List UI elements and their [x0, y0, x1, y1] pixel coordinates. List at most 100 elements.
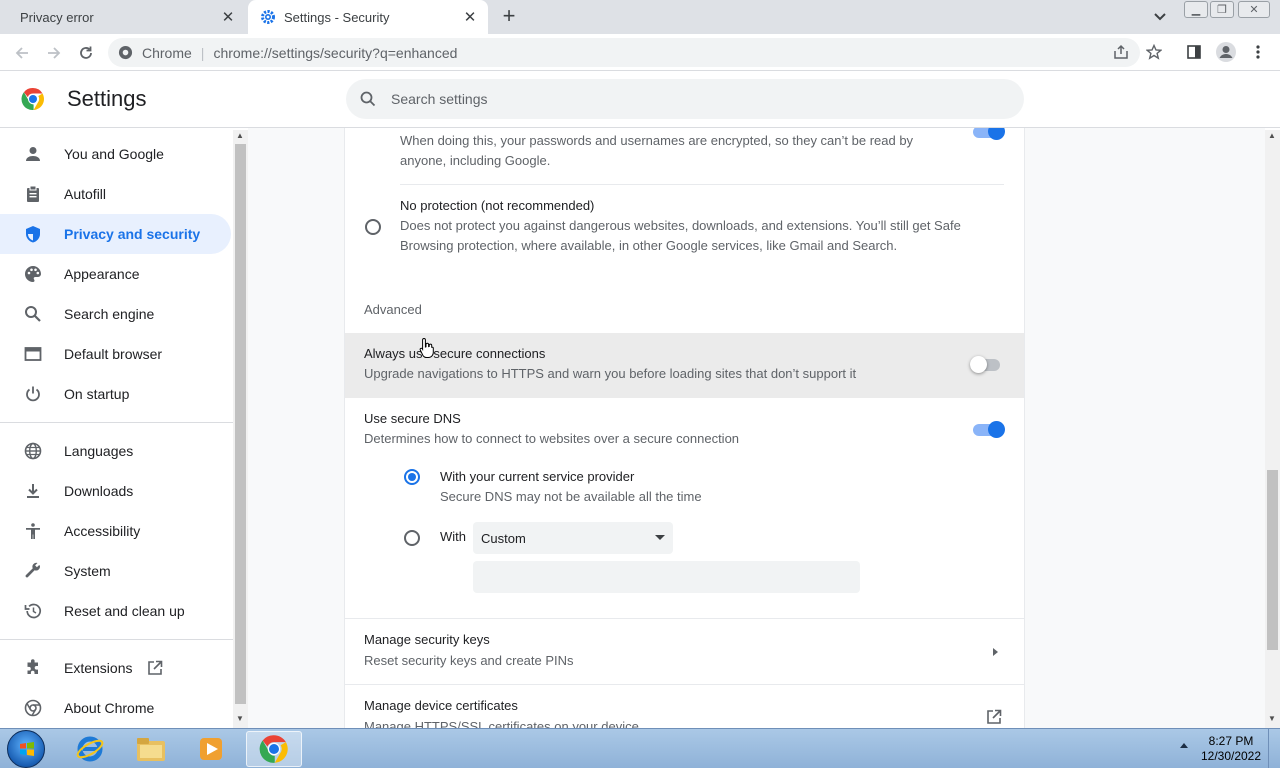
omnibox-url[interactable]: chrome://settings/security?q=enhanced	[213, 45, 457, 61]
current-provider-desc: Secure DNS may not be available all the …	[440, 489, 702, 504]
clock-date: 12/30/2022	[1200, 749, 1262, 763]
side-panel-icon[interactable]	[1184, 42, 1204, 62]
https-only-toggle[interactable]	[970, 356, 1002, 374]
sidebar-item-you-and-google[interactable]: You and Google	[0, 134, 231, 174]
start-button[interactable]	[7, 730, 45, 768]
tab-close-icon[interactable]: ✕	[460, 7, 480, 27]
page-title: Settings	[67, 86, 147, 111]
tab-close-icon[interactable]: ✕	[218, 7, 238, 27]
scroll-down-arrow-icon[interactable]: ▼	[236, 714, 244, 723]
sidebar-item-label: Extensions	[64, 660, 133, 676]
sidebar-item-extensions[interactable]: Extensions	[0, 648, 231, 688]
palette-icon	[24, 265, 42, 283]
dropdown-selected-value: Custom	[481, 530, 526, 546]
reload-icon[interactable]	[75, 42, 97, 64]
show-hidden-icons-arrow-icon[interactable]	[1180, 743, 1188, 748]
profile-avatar-icon[interactable]	[1214, 40, 1238, 64]
minimize-button[interactable]: ▁	[1184, 1, 1208, 18]
arrow-right-icon[interactable]	[993, 648, 998, 656]
sidebar-item-reset-and-clean-up[interactable]: Reset and clean up	[0, 591, 231, 631]
download-icon	[24, 482, 42, 500]
current-provider-radio[interactable]	[404, 469, 420, 485]
puzzle-icon	[24, 659, 42, 677]
sidebar-item-system[interactable]: System	[0, 551, 231, 591]
sidebar-item-default-browser[interactable]: Default browser	[0, 334, 231, 374]
scrollbar-thumb[interactable]	[235, 144, 246, 704]
custom-dns-input[interactable]	[473, 561, 860, 593]
custom-provider-dropdown[interactable]: Custom	[473, 522, 673, 554]
sidebar-scrollbar[interactable]: ▲ ▼	[233, 130, 248, 728]
share-icon[interactable]	[1111, 42, 1131, 62]
divider	[345, 618, 1024, 619]
custom-provider-radio[interactable]	[404, 530, 420, 546]
shield-icon	[24, 225, 42, 243]
file-explorer-taskbar-icon[interactable]	[123, 731, 179, 767]
secure-dns-toggle[interactable]	[973, 421, 1005, 439]
certificates-title: Manage device certificates	[364, 698, 518, 713]
scroll-up-arrow-icon[interactable]: ▲	[1268, 131, 1276, 140]
sidebar-divider	[0, 639, 233, 640]
bookmark-star-icon[interactable]	[1144, 42, 1164, 62]
main-scrollbar[interactable]: ▲ ▼	[1265, 130, 1280, 728]
sidebar-item-languages[interactable]: Languages	[0, 431, 231, 471]
omnibox-separator: |	[200, 44, 205, 61]
toggle-knob	[988, 128, 1005, 140]
sidebar-item-on-startup[interactable]: On startup	[0, 374, 231, 414]
open-in-new-icon[interactable]	[986, 709, 1002, 725]
search-input[interactable]	[391, 91, 951, 107]
more-menu-icon[interactable]	[1248, 42, 1268, 62]
no-protection-radio[interactable]	[365, 219, 381, 235]
forward-arrow-icon[interactable]	[43, 42, 65, 64]
omnibox[interactable]: Chrome | chrome://settings/security?q=en…	[108, 38, 1162, 67]
close-window-button[interactable]: ✕	[1238, 1, 1270, 18]
scroll-up-arrow-icon[interactable]: ▲	[236, 131, 244, 140]
chrome-site-icon	[118, 45, 133, 60]
sidebar-item-search-engine[interactable]: Search engine	[0, 294, 231, 334]
chrome-taskbar-icon[interactable]	[246, 731, 302, 767]
browser-icon	[24, 345, 42, 363]
system-clock[interactable]: 8:27 PM 12/30/2022	[1200, 734, 1262, 764]
security-card: When doing this, your passwords and user…	[344, 128, 1025, 728]
sidebar-item-label: About Chrome	[64, 700, 155, 716]
tab-title: Settings - Security	[284, 9, 390, 25]
tab-settings-security[interactable]: Settings - Security ✕	[248, 0, 488, 34]
sync-toggle[interactable]	[973, 128, 1005, 141]
internet-explorer-taskbar-icon[interactable]	[62, 731, 118, 767]
sidebar-item-label: Autofill	[64, 186, 107, 202]
sidebar-item-label: Search engine	[64, 306, 155, 322]
sidebar-item-accessibility[interactable]: Accessibility	[0, 511, 231, 551]
sidebar-item-autofill[interactable]: Autofill	[0, 174, 231, 214]
security-keys-desc: Reset security keys and create PINs	[364, 653, 574, 668]
tab-privacy-error[interactable]: Privacy error ✕	[0, 0, 246, 34]
no-protection-title: No protection (not recommended)	[400, 198, 595, 213]
media-player-taskbar-icon[interactable]	[183, 731, 239, 767]
browser-toolbar: Chrome | chrome://settings/security?q=en…	[0, 34, 1280, 71]
sidebar-item-downloads[interactable]: Downloads	[0, 471, 231, 511]
tab-search-chevron-icon[interactable]	[1150, 8, 1170, 26]
no-protection-desc-line1: Does not protect you against dangerous w…	[400, 218, 961, 233]
sidebar-item-appearance[interactable]: Appearance	[0, 254, 231, 294]
new-tab-button[interactable]: +	[496, 5, 522, 29]
power-icon	[24, 385, 42, 403]
sidebar-item-about-chrome[interactable]: About Chrome	[0, 688, 231, 728]
sidebar-item-privacy-and-security[interactable]: Privacy and security	[0, 214, 231, 254]
search-icon	[24, 305, 42, 323]
show-desktop-button[interactable]	[1268, 729, 1280, 768]
settings-search-box[interactable]	[346, 79, 1024, 119]
toggle-knob	[970, 356, 987, 373]
scrollbar-thumb[interactable]	[1267, 470, 1278, 650]
toggle-knob	[988, 421, 1005, 438]
sidebar-item-label: Downloads	[64, 483, 134, 499]
current-provider-title: With your current service provider	[440, 469, 635, 484]
no-protection-desc-line2: Browsing protection, where available, in…	[400, 238, 898, 253]
sidebar-item-label: Languages	[64, 443, 134, 459]
back-arrow-icon[interactable]	[11, 42, 33, 64]
open-in-new-icon	[148, 660, 163, 675]
windows-taskbar: 8:27 PM 12/30/2022	[0, 728, 1280, 768]
hand-cursor-icon	[419, 337, 434, 358]
scroll-down-arrow-icon[interactable]: ▼	[1268, 714, 1276, 723]
person-icon	[24, 145, 42, 163]
tab-strip: Privacy error ✕ Settings - Security ✕ + …	[0, 0, 1280, 34]
globe-icon	[24, 442, 42, 460]
restore-button[interactable]: ❐	[1210, 1, 1234, 18]
